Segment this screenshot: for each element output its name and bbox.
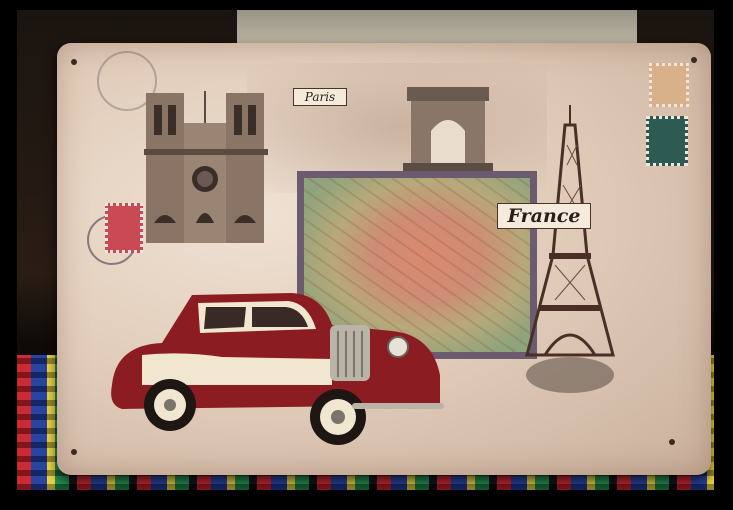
wall-board	[237, 10, 637, 46]
rivet	[691, 57, 697, 63]
paris-label: Paris	[293, 88, 347, 106]
postage-stamp-green	[646, 116, 688, 166]
vintage-car-illustration	[111, 293, 444, 445]
notre-dame-illustration	[144, 91, 268, 243]
postage-stamp-top	[649, 63, 689, 107]
arc-de-triomphe-illustration	[403, 87, 493, 173]
photo-background: Paris France	[17, 10, 714, 490]
rivet	[71, 449, 77, 455]
rivet	[669, 439, 675, 445]
france-label: France	[497, 203, 591, 229]
rivet	[71, 59, 77, 65]
postage-stamp-red	[105, 203, 143, 253]
eiffel-tower-illustration	[525, 105, 615, 393]
vintage-tin-sign: Paris France	[57, 43, 711, 475]
